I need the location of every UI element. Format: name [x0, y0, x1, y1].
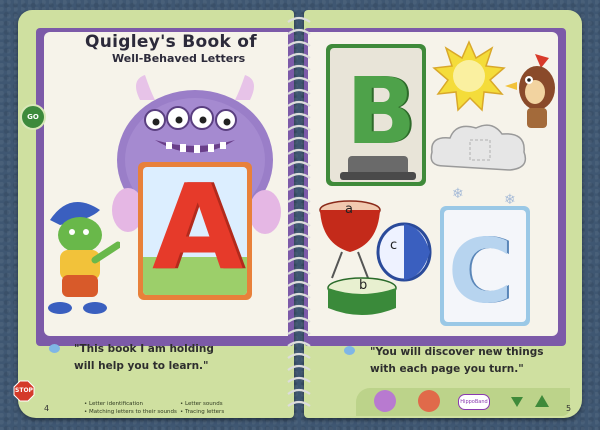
cloud-icon	[430, 124, 527, 171]
sun-icon	[432, 40, 506, 112]
big-letter-a: A	[152, 158, 244, 296]
drum-label-c: c	[390, 238, 398, 253]
go-button[interactable]: GO	[20, 104, 46, 130]
green-character	[48, 202, 120, 314]
logo-badge: HippoBand	[458, 394, 490, 410]
left-page-number: 4	[44, 404, 50, 413]
snowflake-icon: ❄	[452, 186, 464, 202]
big-letter-c: C	[448, 220, 513, 323]
stop-label: STOP	[15, 386, 33, 394]
drum-label-a: a	[345, 202, 353, 217]
logo-text: HippoBand	[460, 399, 488, 405]
drum-label-b: b	[359, 278, 368, 293]
book-title-line2: Well-Behaved Letters	[112, 52, 246, 65]
left-page-quote: "This book I am holding will help you to…	[74, 343, 214, 372]
right-page-number: 5	[566, 404, 572, 413]
character-button-2[interactable]	[418, 390, 440, 412]
right-page-quote: "You will discover new things with each …	[370, 346, 544, 375]
triangle-up-icon[interactable]	[534, 394, 550, 408]
spiral-binding	[287, 16, 311, 407]
left-audio-dot[interactable]	[49, 344, 60, 353]
book-title-line1: Quigley's Book of	[85, 32, 257, 52]
big-letter-b: B	[346, 58, 417, 165]
drum-set	[319, 200, 432, 315]
triangle-down-icon[interactable]	[510, 396, 524, 408]
left-footer-col1: • Letter identification • Matching lette…	[84, 401, 177, 415]
character-button-1[interactable]	[374, 390, 396, 412]
right-audio-dot[interactable]	[344, 346, 355, 355]
b-character-base	[340, 156, 416, 180]
snowflake-icon: ❄	[504, 192, 516, 208]
left-footer-col2: • Letter sounds • Tracing letters	[180, 401, 225, 415]
